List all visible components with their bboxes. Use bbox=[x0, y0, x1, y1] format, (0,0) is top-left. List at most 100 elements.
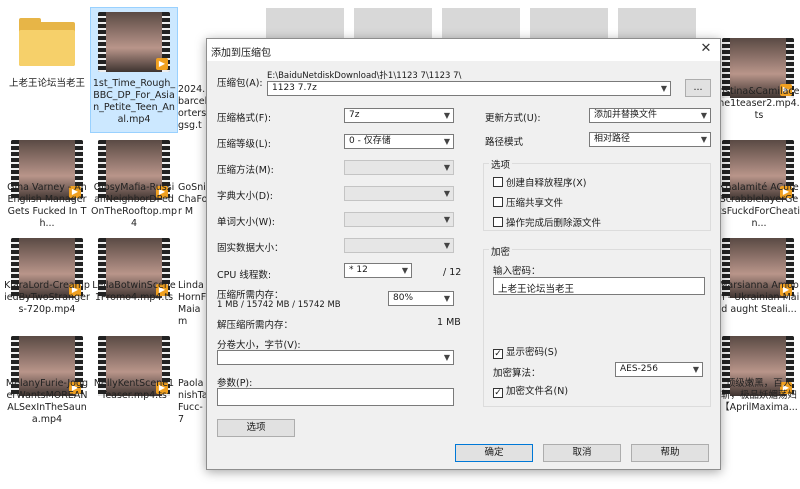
encrypt-names-label: 加密文件名(N) bbox=[506, 386, 569, 397]
browse-button[interactable]: ... bbox=[685, 79, 711, 97]
password-label: 输入密码： bbox=[493, 266, 541, 277]
level-select[interactable]: 0 - 仅存储 ▼ bbox=[344, 134, 454, 149]
cancel-button[interactable]: 取消 bbox=[543, 444, 621, 462]
path-mode-value: 相对路径 bbox=[594, 134, 631, 144]
chevron-down-icon: ▼ bbox=[443, 163, 450, 172]
file-name: Gina Varney - An English Manager Gets Fu… bbox=[7, 182, 87, 229]
video-file-item[interactable]: ▶ NellyKentScene1Teaser.mp4.ts bbox=[91, 332, 177, 432]
video-file-item[interactable]: PaolanishTaFucc-7 bbox=[178, 332, 208, 432]
word-select: ▼ bbox=[344, 212, 454, 227]
show-password-checkbox[interactable]: ✓ 显示密码(S) bbox=[493, 344, 557, 359]
video-file-item[interactable]: ▶ Gina Varney - An English Manager Gets … bbox=[4, 136, 90, 236]
update-label: 更新方式(U): bbox=[485, 113, 541, 124]
delete-source-label: 操作完成后删除源文件 bbox=[506, 218, 602, 229]
file-name: 顶级嫩黑，百人斩，极品妖媚荡妇【AprilMaxima... bbox=[720, 378, 798, 413]
close-icon[interactable]: ✕ bbox=[698, 41, 714, 57]
encrypt-names-checkbox[interactable]: ✓ 加密文件名(N) bbox=[493, 383, 568, 398]
path-mode-label: 路径模式 bbox=[485, 137, 524, 148]
update-select[interactable]: 添加并替换文件 ▼ bbox=[589, 108, 711, 123]
file-name: 1st_Time_Rough_BBC_DP_For_Asian_Petite_T… bbox=[92, 78, 176, 125]
file-name: KiaraLord-CreampiedByTwoStrangers-720p.m… bbox=[4, 280, 90, 315]
path-mode-select[interactable]: 相对路径 ▼ bbox=[589, 132, 711, 147]
sfx-label: 创建自释放程序(X) bbox=[506, 178, 587, 189]
dict-label: 字典大小(D): bbox=[217, 191, 273, 202]
delete-source-checkbox[interactable]: 操作完成后删除源文件 bbox=[493, 215, 601, 229]
video-file-item[interactable]: ▶ MelanyFurie-JoggerWantsMOREANALSexInTh… bbox=[4, 332, 90, 432]
video-thumbnail: ▶ bbox=[98, 12, 170, 72]
cpu-total: / 12 bbox=[443, 267, 462, 278]
encryption-group-title: 加密 bbox=[489, 244, 513, 258]
file-name: 上老王论坛当老王 bbox=[8, 78, 85, 89]
cpu-select[interactable]: * 12 ▼ bbox=[344, 263, 412, 278]
help-button[interactable]: 帮助 bbox=[631, 444, 709, 462]
dialog-titlebar[interactable]: 添加到压缩包 ✕ bbox=[207, 39, 720, 61]
chevron-down-icon: ▼ bbox=[401, 266, 408, 275]
format-value: 7z bbox=[349, 110, 360, 120]
ok-button[interactable]: 确定 bbox=[455, 444, 533, 462]
chevron-down-icon: ▼ bbox=[443, 353, 450, 362]
method-label: 压缩方法(M): bbox=[217, 165, 274, 176]
checkbox-box bbox=[493, 177, 503, 187]
shared-checkbox[interactable]: 压缩共享文件 bbox=[493, 195, 563, 209]
file-name: MelanyFurie-JoggerWantsMOREANALSexInTheS… bbox=[5, 378, 89, 425]
mem-comp-label: 压缩所需内存： bbox=[217, 290, 284, 301]
chevron-down-icon: ▼ bbox=[700, 135, 707, 144]
file-name: Khalamité ACuteScrabblelayerGetsFuckdFor… bbox=[718, 182, 800, 229]
shared-label: 压缩共享文件 bbox=[506, 198, 564, 209]
word-label: 单词大小(W): bbox=[217, 217, 276, 228]
solid-label: 固实数据大小： bbox=[217, 243, 284, 254]
options-button[interactable]: 选项 bbox=[217, 419, 295, 437]
file-name: ristina&Camilacene1teaser2.mp4.ts bbox=[718, 86, 800, 121]
cpu-value: * 12 bbox=[349, 265, 368, 275]
params-input[interactable] bbox=[217, 388, 454, 406]
video-file-item[interactable]: LindaHornFMaiam bbox=[178, 234, 208, 334]
archive-path: E:\BaiduNetdiskDownload\扑1\1123 7\1123 7… bbox=[267, 71, 462, 81]
chevron-down-icon: ▼ bbox=[443, 215, 450, 224]
checkbox-box bbox=[493, 197, 503, 207]
show-password-label: 显示密码(S) bbox=[506, 347, 558, 358]
checkmark-icon: ✓ bbox=[493, 349, 503, 359]
enc-method-label: 加密算法： bbox=[493, 368, 541, 379]
mem-usage-select[interactable]: 80% ▼ bbox=[388, 291, 454, 306]
split-label: 分卷大小，字节(V): bbox=[217, 340, 301, 351]
video-file-item[interactable]: ▶ KiaraLord-CreampiedByTwoStrangers-720p… bbox=[4, 234, 90, 334]
sfx-checkbox[interactable]: 创建自释放程序(X) bbox=[493, 175, 586, 189]
video-file-item[interactable]: ▶ Marsianna Amoon - Ukrainian Maid aught… bbox=[718, 234, 800, 334]
video-file-item[interactable]: ▶ LeilaBotwinScene1Promo4.mp4.ts bbox=[91, 234, 177, 334]
video-file-item[interactable]: ▶ ristina&Camilacene1teaser2.mp4.ts bbox=[718, 38, 800, 128]
file-name: LindaHornFMaiam bbox=[178, 280, 207, 327]
format-select[interactable]: 7z ▼ bbox=[344, 108, 454, 123]
chevron-down-icon: ▼ bbox=[660, 84, 667, 93]
video-file-item[interactable]: ▶ GipsyMafia-RussianNeighborDPedOnTheRoo… bbox=[91, 136, 177, 236]
split-combo[interactable]: ▼ bbox=[217, 350, 454, 365]
cpu-label: CPU 线程数: bbox=[217, 270, 272, 281]
file-name: Marsianna Amoon - Ukrainian Maid aught S… bbox=[718, 280, 800, 315]
update-value: 添加并替换文件 bbox=[594, 110, 658, 120]
level-label: 压缩等级(L): bbox=[217, 139, 271, 150]
video-file-item[interactable]: GoSniChaFor M bbox=[178, 136, 208, 236]
mem-decomp-label: 解压缩所需内存： bbox=[217, 320, 294, 331]
archive-name-combo[interactable]: 1123 7.7z ▼ bbox=[267, 81, 671, 96]
chevron-down-icon: ▼ bbox=[443, 294, 450, 303]
video-file-item[interactable]: ▶ 1st_Time_Rough_BBC_DP_For_Asian_Petite… bbox=[90, 7, 178, 133]
chevron-down-icon: ▼ bbox=[443, 137, 450, 146]
file-name: LeilaBotwinScene1Promo4.mp4.ts bbox=[92, 280, 176, 303]
archive-name-value: 1123 7.7z bbox=[272, 83, 317, 93]
format-label: 压缩格式(F): bbox=[217, 113, 272, 124]
video-file-item[interactable]: ▶ Khalamité ACuteScrabblelayerGetsFuckdF… bbox=[718, 136, 800, 236]
play-icon: ▶ bbox=[156, 58, 168, 70]
params-label: 参数(P): bbox=[217, 378, 253, 389]
add-to-archive-dialog: 添加到压缩包 ✕ 压缩包(A): E:\BaiduNetdiskDownload… bbox=[206, 38, 721, 470]
chevron-down-icon: ▼ bbox=[700, 111, 707, 120]
password-input[interactable]: 上老王论坛当老王 bbox=[493, 277, 705, 295]
mem-comp-detail: 1 MB / 15742 MB / 15742 MB bbox=[217, 300, 341, 310]
file-name: NellyKentScene1Teaser.mp4.ts bbox=[93, 378, 175, 401]
enc-method-value: AES-256 bbox=[620, 364, 658, 374]
video-file-item[interactable]: 2024.barcelortersgsg.t bbox=[178, 8, 208, 132]
folder-item[interactable]: 上老王论坛当老王 bbox=[4, 8, 90, 128]
mem-decomp-value: 1 MB bbox=[437, 317, 461, 328]
checkmark-icon: ✓ bbox=[493, 388, 503, 398]
enc-method-select[interactable]: AES-256 ▼ bbox=[615, 362, 703, 377]
mem-usage-value: 80% bbox=[393, 293, 414, 303]
video-file-item[interactable]: ▶ 顶级嫩黑，百人斩，极品妖媚荡妇【AprilMaxima... bbox=[718, 332, 800, 432]
